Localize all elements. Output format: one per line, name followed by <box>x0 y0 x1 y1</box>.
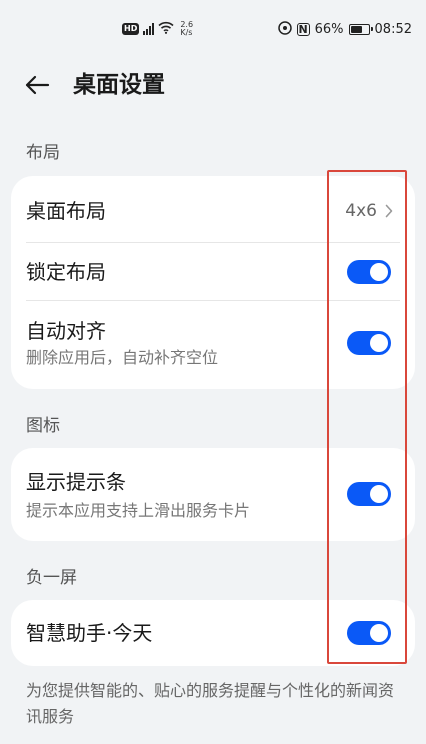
layout-card: 桌面布局 4x6 锁定布局 自动对齐 删除应用后，自动补齐空位 <box>11 176 415 389</box>
back-button[interactable] <box>22 72 52 98</box>
speed-unit: K/s <box>180 28 193 37</box>
minus-one-card: 智慧助手·今天 <box>11 600 415 666</box>
section-label-icons: 图标 <box>26 416 60 436</box>
hotspot-icon <box>277 20 292 38</box>
row-title: 锁定布局 <box>26 260 106 284</box>
network-speed: 2.6 K/s <box>180 21 193 37</box>
auto-align-toggle[interactable] <box>347 331 391 355</box>
row-lock-layout[interactable]: 锁定布局 <box>11 243 415 300</box>
row-smart-assistant[interactable]: 智慧助手·今天 <box>11 600 415 666</box>
status-left: HD 2.6 K/s <box>122 18 193 40</box>
row-desktop-layout[interactable]: 桌面布局 4x6 <box>11 176 415 242</box>
smart-assistant-toggle[interactable] <box>347 621 391 645</box>
hd-badge: HD <box>122 23 140 35</box>
row-title: 自动对齐 <box>26 319 106 343</box>
section-label-layout: 布局 <box>26 143 60 163</box>
row-title: 桌面布局 <box>26 199 106 223</box>
row-title: 智慧助手·今天 <box>26 621 153 645</box>
lock-layout-toggle[interactable] <box>347 260 391 284</box>
row-show-hint-bar[interactable]: 显示提示条 提示本应用支持上滑出服务卡片 <box>11 448 415 541</box>
clock: 08:52 <box>374 21 412 37</box>
section-label-minus-one: 负一屏 <box>26 568 77 588</box>
back-arrow-icon <box>25 75 50 95</box>
row-title: 显示提示条 <box>26 470 126 494</box>
battery-icon <box>348 23 373 35</box>
icons-card: 显示提示条 提示本应用支持上滑出服务卡片 <box>11 448 415 541</box>
battery-percent: 66% <box>314 21 344 37</box>
show-hint-bar-toggle[interactable] <box>347 482 391 506</box>
status-bar: HD 2.6 K/s N 66% 08:52 <box>0 0 426 56</box>
page-title: 桌面设置 <box>73 72 165 98</box>
nfc-icon: N <box>296 22 310 36</box>
cell-signal-icon <box>143 23 155 35</box>
chevron-right-icon <box>385 204 393 218</box>
row-auto-align[interactable]: 自动对齐 删除应用后，自动补齐空位 <box>11 301 415 389</box>
row-subtitle: 删除应用后，自动补齐空位 <box>26 348 219 367</box>
wifi-icon <box>158 21 174 37</box>
app-header: 桌面设置 <box>0 60 426 110</box>
status-right: N 66% 08:52 <box>277 18 412 40</box>
row-subtitle: 提示本应用支持上滑出服务卡片 <box>26 501 251 520</box>
layout-grid-value: 4x6 <box>345 201 377 221</box>
footer-note: 为您提供智能的、贴心的服务提醒与个性化的新闻资讯服务 <box>26 681 395 726</box>
desktop-layout-value: 4x6 <box>345 198 393 224</box>
